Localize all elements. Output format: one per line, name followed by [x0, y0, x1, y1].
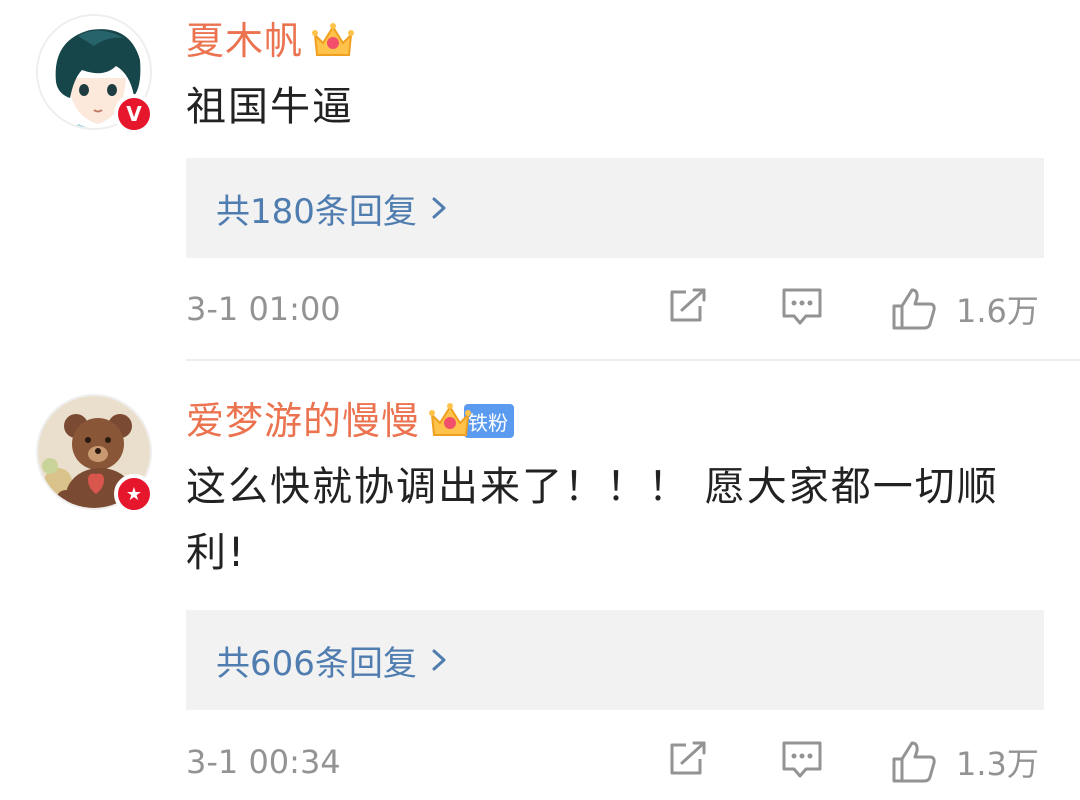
view-replies-button[interactable]: 共180条回复 — [186, 158, 1044, 258]
comment-meta: 3-1 00:34 1.3万 — [186, 739, 1044, 789]
chevron-right-icon — [432, 197, 446, 219]
reply-summary: 共180条回复 — [216, 191, 417, 232]
comment-meta: 3-1 01:00 1.6万 — [186, 286, 1044, 336]
like-count: 1.6万 — [956, 292, 1039, 330]
comment-item: ★ 爱梦游的慢慢 铁粉 这么快就协调出来了！！！ 愿大家都一切顺利! 共606条… — [0, 360, 1080, 800]
avatar[interactable]: ★ — [36, 394, 154, 514]
avatar[interactable]: V — [36, 14, 154, 134]
comment-text: 这么快就协调出来了！！！ 愿大家都一切顺利! — [186, 464, 999, 576]
view-replies-button[interactable]: 共606条回复 — [186, 610, 1044, 710]
star-badge-icon: ★ — [114, 474, 154, 514]
comment-item: V 夏木帆 祖国牛逼 共180条回复 3-1 01:00 1.6万 — [0, 0, 1080, 360]
verified-v-icon: V — [114, 94, 154, 134]
chevron-right-icon — [432, 649, 446, 671]
repost-button[interactable] — [666, 286, 710, 326]
crown-icon — [312, 23, 355, 56]
repost-icon — [670, 741, 706, 775]
username[interactable]: 夏木帆 — [186, 18, 303, 64]
comment-icon — [782, 741, 822, 778]
repost-button[interactable] — [666, 739, 710, 779]
timestamp: 3-1 01:00 — [186, 290, 341, 328]
username-row: 夏木帆 — [186, 18, 355, 64]
thumbs-up-icon — [892, 288, 936, 330]
username[interactable]: 爱梦游的慢慢 — [186, 398, 420, 444]
crown-icon — [429, 403, 472, 436]
comment-icon — [782, 288, 822, 325]
username-row: 爱梦游的慢慢 铁粉 — [186, 398, 515, 444]
thumbs-up-icon — [892, 741, 936, 783]
comment-text: 祖国牛逼 — [186, 84, 354, 130]
timestamp: 3-1 00:34 — [186, 743, 341, 781]
repost-icon — [670, 288, 706, 322]
comment-button[interactable] — [780, 286, 824, 326]
like-button[interactable]: 1.3万 — [890, 739, 1039, 785]
like-count: 1.3万 — [956, 745, 1039, 783]
like-button[interactable]: 1.6万 — [890, 286, 1039, 332]
comment-button[interactable] — [780, 739, 824, 779]
reply-summary: 共606条回复 — [216, 643, 417, 684]
